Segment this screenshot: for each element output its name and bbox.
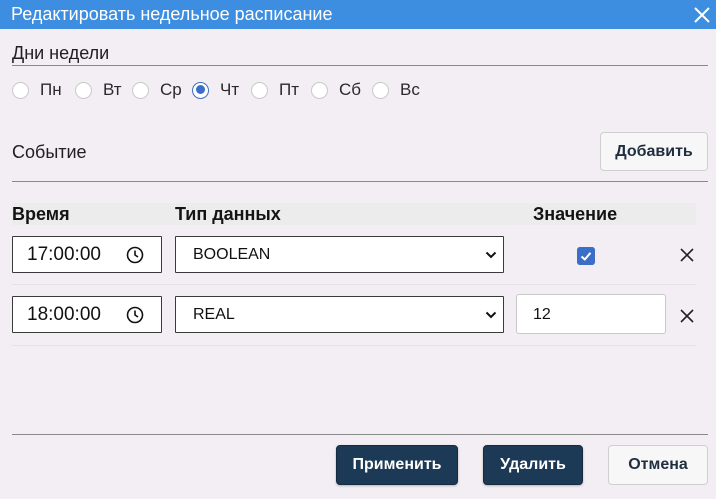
data-type-select[interactable]: REAL [175,296,504,333]
time-input[interactable]: 17:00:00 [12,236,162,273]
day-label: Сб [339,80,362,99]
day-label: Пт [279,80,300,99]
clock-icon[interactable] [126,246,144,264]
remove-row-icon[interactable] [678,307,696,325]
cancel-button[interactable]: Отмена [608,445,708,485]
apply-button[interactable]: Применить [336,445,458,485]
radio-button[interactable] [132,81,149,99]
day-label: Ср [160,80,182,99]
divider [12,181,708,182]
radio-button[interactable] [372,81,389,99]
day-option-mon[interactable]: Пн [12,79,62,101]
day-label: Пн [40,80,62,99]
day-option-wed[interactable]: Ср [132,79,182,101]
add-event-button[interactable]: Добавить [600,132,708,171]
remove-row-icon[interactable] [678,246,696,264]
radio-button[interactable] [75,81,92,99]
radio-button[interactable] [311,81,328,99]
time-value: 17:00:00 [27,244,101,265]
dialog-title: Редактировать недельное расписание [11,4,333,24]
chevron-down-icon [485,251,497,259]
clock-icon[interactable] [126,306,144,324]
close-icon[interactable] [691,4,713,26]
select-value: BOOLEAN [193,246,271,263]
data-type-select[interactable]: BOOLEAN [175,236,504,273]
radio-button-checked[interactable] [192,81,209,99]
row-divider [12,284,696,285]
radio-button[interactable] [251,81,268,99]
column-header-time: Время [12,203,175,225]
day-label: Вт [103,80,122,99]
chevron-down-icon [485,311,497,319]
day-option-thu[interactable]: Чт [192,79,239,101]
day-option-sat[interactable]: Сб [311,79,361,101]
dialog-titlebar: Редактировать недельное расписание [0,0,716,29]
day-label: Чт [220,80,240,99]
divider [12,434,708,435]
row-divider [12,345,696,346]
column-header-value: Значение [518,203,696,225]
day-label: Вс [400,80,420,99]
day-option-fri[interactable]: Пт [251,79,299,101]
days-section-label: Дни недели [12,43,110,63]
radio-button[interactable] [12,81,29,99]
divider [12,65,708,66]
delete-button[interactable]: Удалить [483,445,583,485]
value-checkbox[interactable] [577,247,595,265]
event-section-label: Событие [12,142,87,162]
day-option-sun[interactable]: Вс [372,79,420,101]
select-value: REAL [193,306,235,323]
time-input[interactable]: 18:00:00 [12,296,162,333]
column-header-type: Тип данных [175,203,518,225]
value-input[interactable]: 12 [516,294,666,334]
input-value: 12 [533,306,551,323]
time-value: 18:00:00 [27,304,101,325]
day-option-tue[interactable]: Вт [75,79,122,101]
